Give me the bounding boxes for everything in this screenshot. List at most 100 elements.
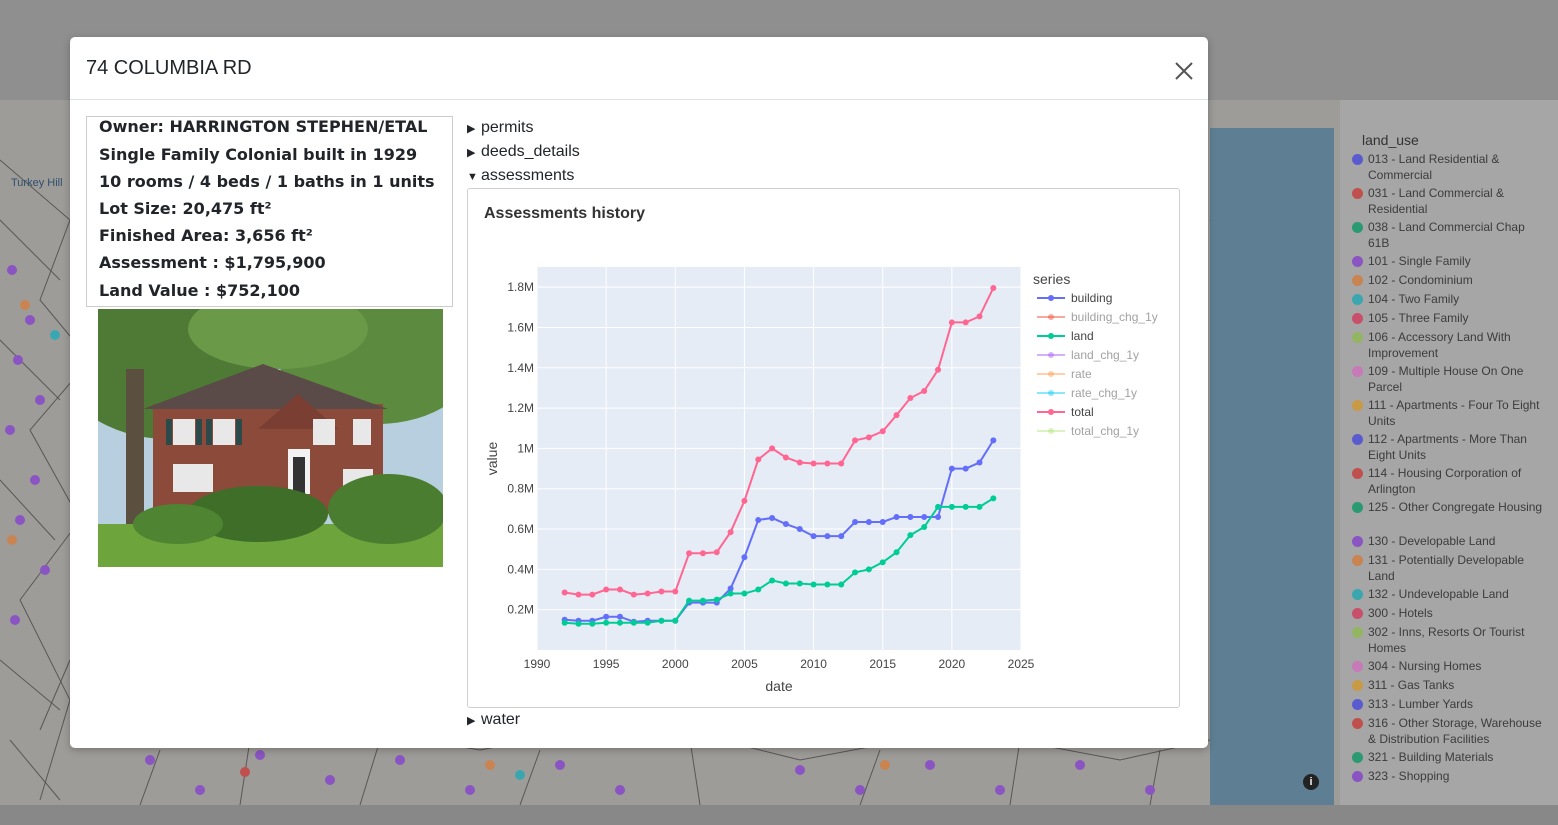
legend-item-label: 304 - Nursing Homes: [1368, 659, 1482, 673]
data-point-building: [824, 533, 831, 540]
close-icon[interactable]: [1170, 57, 1198, 85]
data-point-building: [755, 516, 762, 523]
map-bottom-strip: [0, 805, 1558, 825]
legend-title: land_use: [1362, 132, 1419, 148]
legend-item: 302 - Inns, Resorts Or Tourist Homes: [1352, 625, 1548, 656]
y-tick-label: 1.8M: [507, 280, 534, 294]
data-point-building: [893, 513, 900, 520]
data-point-building: [616, 613, 623, 620]
property-info-box: Owner: HARRINGTON STEPHEN/ETAL Single Fa…: [86, 116, 453, 307]
data-point-total: [782, 454, 789, 461]
data-point-building: [865, 518, 872, 525]
legend-color-dot: [1352, 627, 1363, 638]
data-point-total: [561, 589, 568, 596]
assessments-chart[interactable]: 1990 1995 2000 2005 2010 2015 2020 2025 0.2M 0.4M…: [468, 189, 1179, 707]
y-tick-label: 0.4M: [507, 562, 534, 576]
legend-item: 105 - Three Family: [1352, 311, 1548, 327]
legend-item-label: 313 - Lumber Yards: [1368, 697, 1473, 711]
data-point-total: [727, 529, 734, 536]
legend-item: 013 - Land Residential & Commercial: [1352, 152, 1548, 183]
water-toggle[interactable]: ▶ water: [467, 711, 520, 729]
legend-color-dot: [1352, 589, 1363, 600]
data-point-total: [796, 459, 803, 466]
owner-text: Owner: HARRINGTON STEPHEN/ETAL: [99, 117, 428, 136]
data-point-total: [672, 588, 679, 595]
legend-swatch-marker: [1048, 409, 1054, 415]
data-point-total: [810, 460, 817, 467]
y-tick-label: 1M: [517, 441, 534, 455]
data-point-total: [921, 387, 928, 394]
legend-color-dot: [1352, 699, 1363, 710]
legend-item: 109 - Multiple House On One Parcel: [1352, 364, 1548, 395]
data-point-total: [948, 319, 955, 326]
y-axis-label: value: [484, 442, 500, 476]
chart-legend-title: series: [1033, 271, 1070, 287]
data-point-building: [782, 521, 789, 528]
legend-series-label[interactable]: building: [1071, 291, 1112, 305]
legend-item: 311 - Gas Tanks: [1352, 678, 1548, 694]
data-point-land: [838, 581, 845, 588]
legend-series-label[interactable]: rate: [1071, 367, 1092, 381]
legend-color-dot: [1352, 752, 1363, 763]
data-point-total: [852, 437, 859, 444]
close-button[interactable]: [1170, 57, 1198, 85]
x-tick-label: 2000: [662, 657, 689, 671]
x-tick-label: 2010: [800, 657, 827, 671]
data-point-land: [824, 581, 831, 588]
water-label: water: [481, 711, 521, 728]
legend-swatch-marker: [1048, 428, 1054, 434]
legend-series-label[interactable]: rate_chg_1y: [1071, 386, 1137, 400]
x-tick-label: 2025: [1008, 657, 1035, 671]
data-point-land: [699, 597, 706, 604]
permits-toggle[interactable]: ▶ permits: [467, 119, 533, 137]
data-point-total: [935, 366, 942, 373]
legend-item-label: 111 - Apartments - Four To Eight Units: [1368, 398, 1540, 428]
legend-series-label[interactable]: building_chg_1y: [1071, 310, 1158, 324]
legend-item-label: 106 - Accessory Land With Improvement: [1368, 330, 1511, 360]
legend-series-label[interactable]: land_chg_1y: [1071, 348, 1139, 362]
data-point-building: [907, 513, 914, 520]
legend-item: 321 - Building Materials: [1352, 750, 1548, 766]
data-point-total: [976, 313, 983, 320]
legend-item: 112 - Apartments - More Than Eight Units: [1352, 432, 1548, 463]
y-tick-label: 1.4M: [507, 361, 534, 375]
info-icon[interactable]: i: [1303, 774, 1319, 790]
data-point-building: [852, 518, 859, 525]
legend-item-label: 031 - Land Commercial & Residential: [1368, 186, 1505, 216]
legend-item: 316 - Other Storage, Warehouse & Distrib…: [1352, 716, 1548, 747]
x-axis-label: date: [765, 678, 792, 694]
x-tick-label: 2015: [869, 657, 896, 671]
data-point-land: [616, 619, 623, 626]
legend-item-label: 132 - Undevelopable Land: [1368, 587, 1509, 601]
deeds-toggle[interactable]: ▶ deeds_details: [467, 143, 580, 161]
assessments-toggle[interactable]: ▼ assessments: [467, 167, 574, 185]
legend-series-label[interactable]: total: [1071, 405, 1094, 419]
data-point-building: [962, 465, 969, 472]
legend-item: 323 - Shopping: [1352, 769, 1548, 785]
legend-swatch-marker: [1048, 352, 1054, 358]
legend-item-label: 125 - Other Congregate Housing: [1368, 500, 1543, 514]
x-tick-label: 1990: [524, 657, 551, 671]
data-point-land: [879, 559, 886, 566]
legend-color-dot: [1352, 294, 1363, 305]
map-water: [1210, 128, 1334, 805]
legend-swatch-marker: [1048, 314, 1054, 320]
data-point-land: [976, 503, 983, 510]
legend-series-label[interactable]: land: [1071, 329, 1094, 343]
rooms-text: 10 rooms / 4 beds / 1 baths in 1 units: [99, 172, 435, 191]
map-place-label: Turkey Hill: [11, 177, 63, 189]
legend-swatch-marker: [1048, 371, 1054, 377]
data-point-land: [727, 590, 734, 597]
modal-title: 74 COLUMBIA RD: [86, 57, 252, 79]
legend-item: 114 - Housing Corporation of Arlington: [1352, 466, 1548, 497]
data-point-land: [935, 503, 942, 510]
plot-background: [537, 267, 1021, 650]
legend-item-label: 323 - Shopping: [1368, 769, 1450, 783]
data-point-land: [644, 619, 651, 626]
legend-item: 111 - Apartments - Four To Eight Units: [1352, 398, 1548, 429]
y-tick-label: 1.6M: [507, 320, 534, 334]
legend-item-label: 114 - Housing Corporation of Arlington: [1368, 466, 1522, 496]
data-point-total: [893, 412, 900, 419]
legend-series-label[interactable]: total_chg_1y: [1071, 424, 1139, 438]
legend-color-dot: [1352, 555, 1363, 566]
